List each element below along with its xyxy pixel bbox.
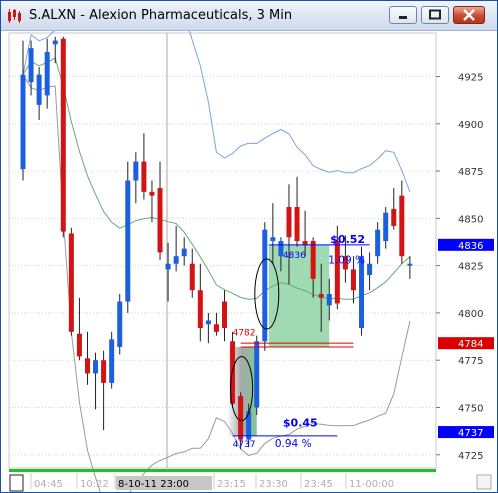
candle-body	[326, 294, 332, 306]
y-tick-label: 4800	[458, 309, 483, 320]
y-tick-label: 4725	[458, 451, 483, 462]
candle[interactable]	[68, 227, 74, 336]
candle-body	[310, 241, 316, 279]
candle-body	[294, 207, 300, 242]
x-tick-label: 8-10-11 23:00	[118, 479, 189, 490]
chart-annotation: $0.52	[330, 233, 365, 246]
candle-body	[238, 396, 244, 440]
maximize-button[interactable]	[421, 6, 449, 24]
candle-body	[205, 320, 211, 325]
x-tick-label: 23:30	[259, 479, 288, 490]
candle-body	[375, 229, 381, 257]
session-bar	[9, 469, 436, 472]
candle-body	[93, 360, 99, 374]
title-bar[interactable]: S.ALXN - Alexion Pharmaceuticals, 3 Min	[1, 1, 497, 31]
candle[interactable]	[125, 161, 131, 313]
price-marker-label: 4784	[458, 339, 483, 350]
candle-body	[157, 188, 163, 253]
x-tick-label: 04:45	[34, 479, 63, 490]
candle-body	[189, 263, 195, 291]
candle-body	[367, 263, 373, 276]
chart-annotation: 4836	[283, 251, 306, 261]
candle[interactable]	[262, 222, 268, 351]
candle-body	[101, 360, 107, 383]
y-tick-label: 4825	[458, 262, 483, 273]
x-tick-label: 23:15	[217, 479, 246, 490]
candle-body	[318, 294, 324, 298]
price-marker: 4784	[438, 337, 494, 350]
candle-body	[350, 269, 356, 291]
candle-body	[109, 339, 115, 383]
y-tick-label: 4875	[458, 167, 483, 178]
maximize-icon	[429, 9, 441, 20]
candle-body	[165, 263, 171, 270]
candle-body	[302, 241, 308, 245]
candle-body	[407, 263, 413, 266]
candle-body	[141, 161, 147, 192]
x-tick-label: 11-00:00	[349, 479, 394, 490]
y-tick-label: 4775	[458, 356, 483, 367]
candle-body	[28, 48, 34, 83]
price-chart[interactable]: 4925 4900 4875 4850 4825 4800 4775 4750 4725 $0.5…	[1, 31, 497, 492]
x-tick-label: 10:22	[80, 479, 109, 490]
candle-body	[254, 341, 260, 408]
candle-body	[270, 237, 276, 242]
candle-body	[68, 233, 74, 332]
close-button[interactable]	[453, 6, 485, 24]
price-marker: 4737	[438, 426, 494, 439]
scroll-box[interactable]	[9, 474, 24, 492]
candle-body	[213, 324, 219, 332]
chart-window: S.ALXN - Alexion Pharmaceuticals, 3 Min …	[0, 0, 498, 493]
x-tick-label: 23:45	[304, 479, 333, 490]
candle-body	[359, 256, 365, 329]
candle-body	[149, 191, 155, 196]
candle-body	[44, 51, 50, 96]
chart-annotation: 1.09 %	[328, 255, 365, 267]
candle-body	[133, 161, 139, 181]
price-marker: 4836	[438, 238, 494, 252]
candle-body	[262, 229, 268, 342]
y-tick-label: 4750	[458, 403, 483, 414]
candle-body	[197, 290, 203, 329]
window-title: S.ALXN - Alexion Pharmaceuticals, 3 Min	[29, 8, 293, 23]
price-marker-label: 4836	[458, 241, 483, 252]
candle-body	[36, 74, 42, 105]
candle-body	[173, 256, 179, 264]
candle[interactable]	[117, 294, 123, 355]
candle-body	[383, 212, 389, 242]
resize-grip[interactable]	[476, 474, 492, 490]
candle[interactable]	[109, 331, 115, 389]
candle-body	[84, 358, 90, 374]
candle-body	[60, 38, 66, 232]
chart-annotation: 0.94 %	[275, 438, 312, 450]
y-tick-label: 4925	[458, 73, 483, 84]
candle-body	[391, 208, 397, 226]
candle[interactable]	[60, 36, 66, 238]
candle-body	[76, 333, 82, 357]
candle-body	[117, 301, 123, 347]
y-tick-label: 4900	[458, 120, 483, 131]
candle[interactable]	[254, 335, 260, 416]
candle-body	[125, 180, 131, 302]
candle-body	[222, 301, 227, 329]
y-tick-label: 4850	[458, 214, 483, 225]
candle-body	[52, 40, 58, 45]
chart-annotation: 4782	[233, 329, 256, 339]
candle-body	[20, 74, 26, 170]
candle-body	[181, 248, 187, 257]
chart-annotation: $0.45	[283, 416, 318, 429]
close-icon	[463, 9, 475, 21]
minimize-icon	[399, 16, 407, 19]
candle-body	[286, 207, 292, 238]
candle-body	[399, 195, 405, 257]
price-marker-label: 4737	[458, 428, 483, 439]
minimize-button[interactable]	[389, 6, 417, 24]
candle-body	[334, 241, 340, 304]
candlestick-app-icon	[8, 9, 21, 23]
chart-annotation: 4737	[233, 440, 256, 450]
